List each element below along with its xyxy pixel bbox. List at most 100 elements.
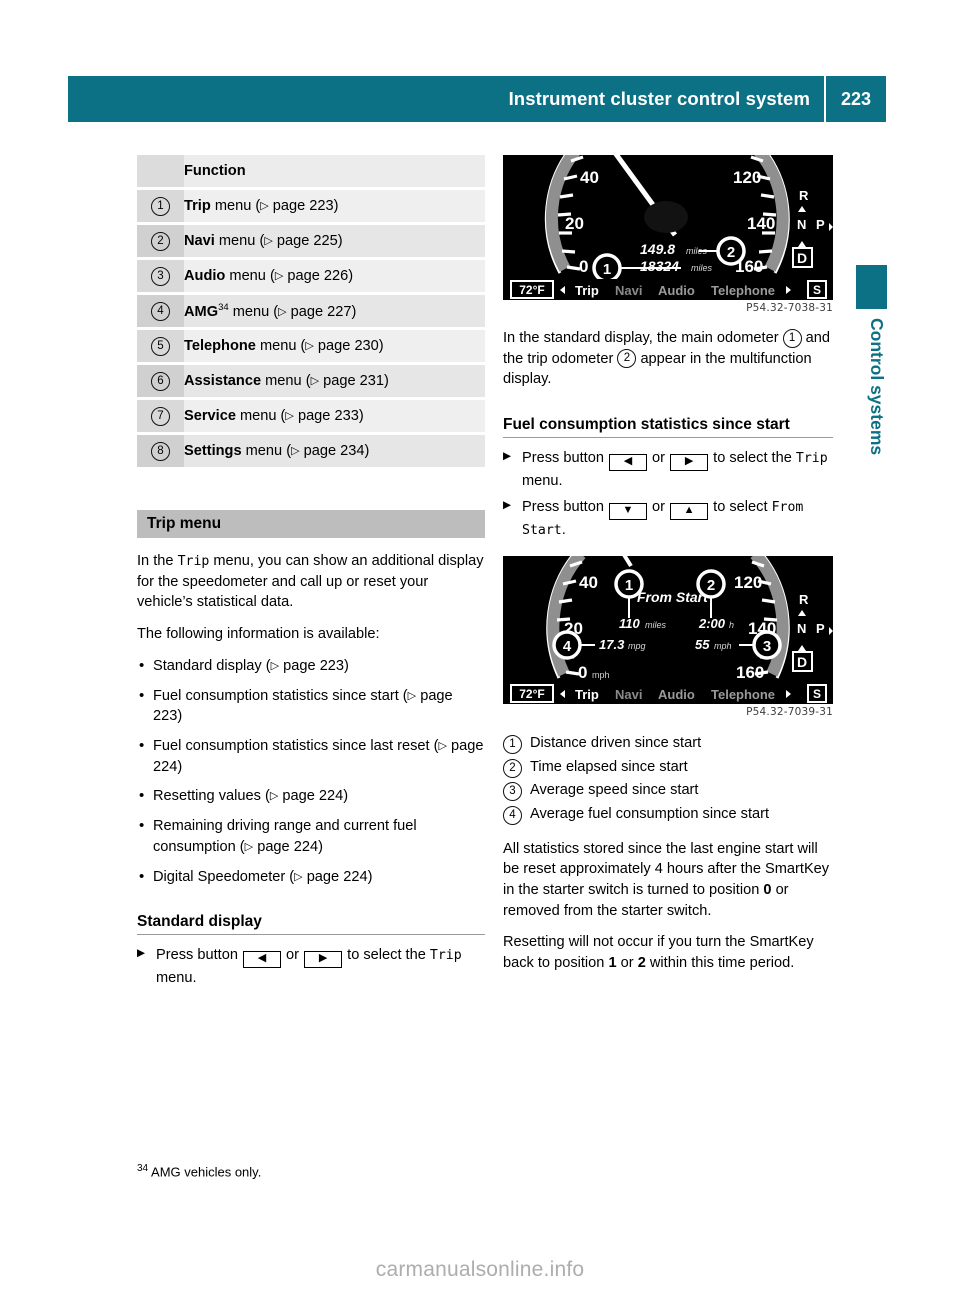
table-row-number: 3 (137, 260, 184, 292)
right-arrow-button-icon[interactable]: ▶ (670, 454, 709, 472)
svg-text:4: 4 (563, 638, 572, 655)
svg-text:1: 1 (603, 261, 611, 278)
trip-menu-bullet-list: Standard display (▷ page 223) Fuel consu… (137, 655, 485, 888)
svg-text:h: h (729, 620, 734, 630)
paren-close: ) (337, 233, 343, 249)
list-item: 4 Average fuel consumption since start (503, 803, 833, 827)
menu-tail: menu ( (229, 268, 275, 284)
table-row: 5 Telephone menu (▷ page 230) (137, 330, 485, 362)
paren-close: ) (344, 657, 349, 674)
paren-close: ) (378, 338, 384, 354)
desc-part-a: In the standard display, the main odomet… (503, 330, 783, 346)
paren-close: ) (343, 788, 349, 805)
callout-number: 4 (503, 805, 522, 825)
list-item: Standard display (▷ page 223) (137, 655, 485, 677)
keep-part-b: within this time period. (645, 955, 795, 972)
table-header-function-cell: Function (184, 155, 485, 187)
svg-text:mph: mph (714, 641, 732, 651)
cluster-graphic: 40 20 0 mph 120 140 160 149.8 miles 1832… (503, 155, 833, 300)
callout-number: 2 (151, 231, 170, 251)
up-arrow-button-icon[interactable]: ▲ (670, 503, 709, 521)
table-row-number: 1 (137, 190, 184, 222)
page-number: 223 (840, 88, 872, 109)
svg-text:55: 55 (695, 637, 710, 652)
key-position-1: 1 (608, 955, 617, 972)
table-header-num-cell (137, 155, 184, 187)
paren-close: ) (351, 303, 357, 320)
callout-number: 6 (151, 371, 170, 391)
section-heading-trip-menu: Trip menu (137, 510, 485, 538)
footnote-marker: 34 (218, 302, 229, 314)
cluster-graphic: 40 20 0 mph 120 140 160 From Start 110 m… (503, 555, 833, 704)
figure-standard-display: 40 20 0 mph 120 140 160 149.8 miles 1832… (503, 155, 833, 314)
table-row-function: AMG34 menu (▷ page 227) (184, 295, 485, 327)
table-row-number: 7 (137, 400, 184, 432)
table-row-number: 6 (137, 365, 184, 397)
table-row: 8 Settings menu (▷ page 234) (137, 435, 485, 467)
page-ref: page 223 (283, 657, 345, 674)
instrument-cluster-image-from-start: 40 20 0 mph 120 140 160 From Start 110 m… (503, 555, 833, 704)
left-arrow-button-icon[interactable]: ◀ (609, 454, 647, 472)
key-position-2: 2 (637, 955, 646, 972)
svg-text:120: 120 (733, 168, 761, 187)
menu-name: Settings (184, 443, 242, 459)
page-ref-icon: ▷ (264, 235, 273, 247)
svg-text:1: 1 (625, 577, 633, 594)
table-row-function: Audio menu (▷ page 226) (184, 260, 485, 292)
callout-number: 3 (151, 266, 170, 286)
svg-text:P: P (816, 621, 825, 636)
list-item: Fuel consumption statistics since start … (137, 685, 485, 727)
paren-close: ) (348, 268, 354, 284)
page-ref: page 233 (297, 408, 359, 424)
paren-close: ) (177, 708, 183, 725)
menu-name: Navi (184, 233, 215, 249)
page-ref-icon: ▷ (269, 790, 279, 803)
right-column: 40 20 0 mph 120 140 160 149.8 miles 1832… (503, 155, 833, 985)
svg-text:miles: miles (691, 263, 713, 273)
menu-tail: menu ( (214, 198, 261, 214)
paren-close: ) (358, 408, 364, 424)
trip-menu-intro: In the Trip menu, you can show an additi… (137, 551, 485, 613)
page-footnote: 34 AMG vehicles only. (137, 1163, 261, 1179)
page-ref-icon: ▷ (291, 445, 300, 457)
svg-text:140: 140 (747, 214, 775, 233)
bullet-text: Fuel consumption statistics since start … (153, 687, 408, 704)
page-ref-icon: ▷ (278, 305, 287, 318)
menu-token: Trip (795, 451, 828, 467)
step-or: or (648, 450, 670, 467)
table-row-function: Assistance menu (▷ page 231) (184, 365, 485, 397)
menu-tail: menu ( (232, 303, 279, 320)
step-text: Press button (522, 450, 608, 467)
page-ref-icon: ▷ (260, 200, 269, 212)
list-item: Resetting values (▷ page 224) (137, 785, 485, 807)
svg-text:mpg: mpg (628, 641, 646, 651)
paren-close: ) (177, 758, 183, 775)
function-table-body: Function 1 Trip menu (▷ page 223) 2 Navi… (137, 155, 485, 467)
paren-close: ) (333, 198, 339, 214)
bullet-text: Fuel consumption statistics since last r… (153, 738, 439, 755)
svg-text:N: N (797, 621, 806, 636)
svg-text:0: 0 (579, 257, 588, 276)
figure-from-start: 40 20 0 mph 120 140 160 From Start 110 m… (503, 555, 833, 718)
function-table: Function 1 Trip menu (▷ page 223) 2 Navi… (137, 155, 485, 467)
svg-text:Navi: Navi (615, 283, 642, 298)
svg-text:110: 110 (619, 616, 640, 631)
page-ref-icon: ▷ (407, 689, 417, 702)
bullet-text: Resetting values ( (153, 788, 270, 805)
down-arrow-button-icon[interactable]: ▼ (609, 503, 647, 521)
left-arrow-button-icon[interactable]: ◀ (243, 951, 281, 969)
page-ref: page 224 (257, 838, 319, 855)
svg-text:D: D (797, 250, 807, 266)
list-item: Digital Speedometer (▷ page 224) (137, 866, 485, 888)
table-row: 6 Assistance menu (▷ page 231) (137, 365, 485, 397)
figure-caption: P54.32-7039-31 (746, 705, 833, 718)
step-item: Press button ◀ or ▶ to select the Trip m… (503, 448, 833, 493)
page-ref-icon: ▷ (310, 375, 320, 387)
svg-text:Navi: Navi (615, 687, 642, 702)
svg-text:N: N (797, 217, 806, 232)
svg-text:2: 2 (707, 577, 715, 594)
table-row-number: 2 (137, 225, 184, 257)
right-arrow-button-icon[interactable]: ▶ (304, 951, 343, 969)
legend-text: Time elapsed since start (530, 758, 688, 775)
callout-number: 7 (151, 406, 170, 426)
